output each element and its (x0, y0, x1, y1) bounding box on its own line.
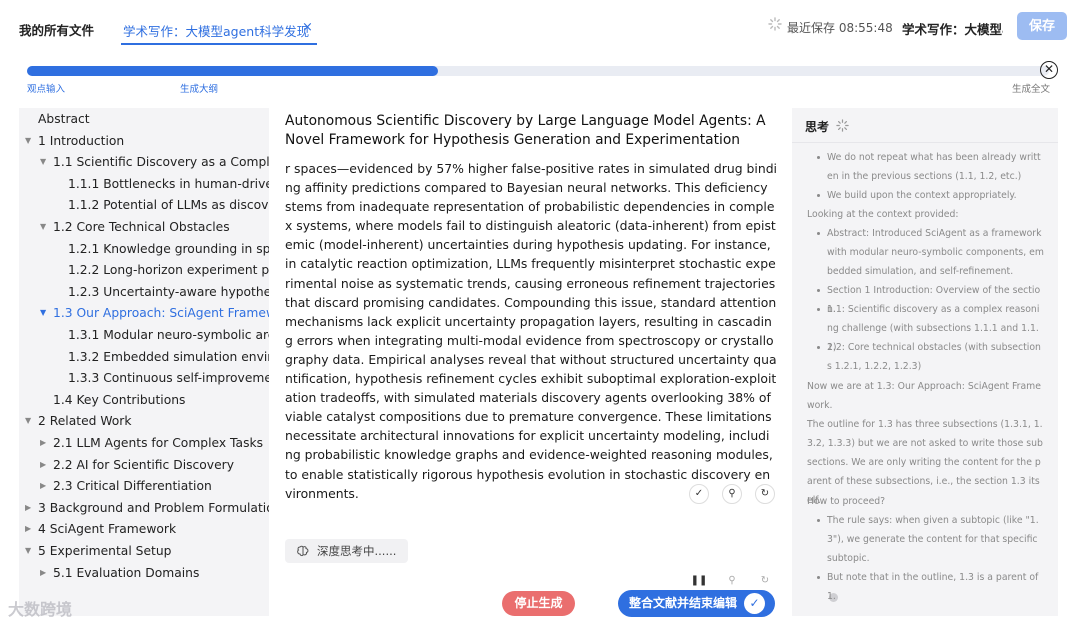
chevron-down-icon[interactable]: ▼ (25, 541, 31, 561)
progress-bar (27, 66, 1049, 76)
outline-item[interactable]: 2 Related Work (38, 411, 131, 431)
outline-item[interactable]: 5.1 Evaluation Domains (53, 563, 199, 583)
save-button[interactable]: 保存 (1017, 12, 1067, 40)
thinking-line: We build upon the context appropriately. (827, 190, 1017, 201)
thinking-label: 深度思考中...... (317, 544, 397, 558)
thinking-title: 思考 (805, 120, 830, 134)
refresh-icon-disabled[interactable]: ↻ (755, 572, 775, 592)
chevron-right-icon[interactable]: ▶ (40, 455, 46, 475)
outline-item[interactable]: 3 Background and Problem Formulation (38, 498, 269, 518)
chevron-right-icon[interactable]: ▶ (25, 519, 31, 539)
check-icon: ✓ (744, 593, 765, 614)
chevron-down-icon[interactable]: ▼ (40, 303, 46, 323)
chevron-down-icon[interactable]: ▼ (25, 131, 31, 151)
outline-item[interactable]: 1.2 Core Technical Obstacles (53, 217, 230, 237)
bullet-icon (817, 308, 820, 311)
outline-item[interactable]: 1 Introduction (38, 131, 124, 151)
chevron-right-icon[interactable]: ▶ (40, 433, 46, 453)
bullet-icon (817, 232, 820, 235)
spinner-icon (836, 119, 849, 132)
chevron-right-icon[interactable]: ▶ (40, 563, 46, 583)
outline-item[interactable]: 1.3.1 Modular neuro-symbolic architectur… (68, 325, 269, 345)
outline-item[interactable]: 1.2.2 Long-horizon experiment planning (68, 260, 269, 280)
document-name: 学术写作：大模型agent科学发现 (902, 22, 1003, 37)
pin-icon[interactable]: ⚲ (722, 484, 742, 504)
stop-generation-button[interactable]: 停止生成 (502, 591, 575, 616)
thinking-panel: 思考 We do not repeat what has been alread… (792, 108, 1058, 616)
thinking-line: But note that in the outline, 1.3 is a p… (827, 572, 1039, 603)
thinking-status: 深度思考中...... (285, 539, 408, 563)
step-outline[interactable]: 生成大纲 (180, 81, 218, 95)
accept-icon[interactable]: ✓ (689, 484, 709, 504)
outline-item[interactable]: 2.1 LLM Agents for Complex Tasks (53, 433, 263, 453)
active-tab-indicator (121, 43, 317, 45)
pin-icon-disabled[interactable]: ⚲ (722, 572, 742, 592)
merge-and-finish-button[interactable]: 整合文献并结束编辑 ✓ (618, 590, 775, 617)
outline-item[interactable]: 5 Experimental Setup (38, 541, 171, 561)
bullet-icon (817, 289, 820, 292)
tab-document[interactable]: 学术写作：大模型agent科学发现 (123, 21, 309, 40)
step-input[interactable]: 观点输入 (27, 81, 65, 95)
thinking-line: How to proceed? (807, 496, 886, 507)
outline-item[interactable]: 2.2 AI for Scientific Discovery (53, 455, 234, 475)
merge-button-label: 整合文献并结束编辑 (629, 596, 738, 610)
chevron-right-icon[interactable]: ▶ (40, 476, 46, 496)
thinking-line: Now we are at 1.3: Our Approach: SciAgen… (807, 381, 1041, 412)
bullet-icon (817, 194, 820, 197)
outline-item[interactable]: 1.3 Our Approach: SciAgent Framework (53, 303, 269, 323)
brain-icon (297, 545, 309, 557)
top-bar: 我的所有文件 学术写作：大模型agent科学发现 × 最近保存 08:55:48… (0, 0, 1080, 56)
save-status: 最近保存 08:55:48 (787, 21, 893, 35)
outline-item[interactable]: 1.2.1 Knowledge grounding in specialized… (68, 239, 269, 259)
thinking-line: Abstract: Introduced SciAgent as a frame… (827, 228, 1044, 278)
outline-item[interactable]: 2.3 Critical Differentiation (53, 476, 212, 496)
refresh-icon[interactable]: ↻ (755, 484, 775, 504)
chevron-down-icon[interactable]: ▼ (40, 217, 46, 237)
all-files-link[interactable]: 我的所有文件 (19, 20, 94, 39)
outline-item[interactable]: Abstract (38, 109, 90, 129)
thinking-line: The rule says: when given a subtopic (li… (827, 515, 1039, 565)
bullet-icon (817, 519, 820, 522)
document-body[interactable]: r spaces—evidenced by 57% higher false-p… (285, 159, 777, 503)
outline-item[interactable]: 1.3.2 Embedded simulation environments (68, 347, 269, 367)
loading-icon (768, 17, 782, 31)
outline-item[interactable]: 1.1.2 Potential of LLMs as discovery age… (68, 195, 269, 215)
thinking-line: 1.2: Core technical obstacles (with subs… (827, 342, 1041, 373)
chevron-down-icon[interactable]: ▼ (40, 152, 46, 172)
bullet-icon (817, 156, 820, 159)
bullet-icon (817, 576, 820, 579)
outline-item[interactable]: 1.3.3 Continuous self-improvement loop (68, 368, 269, 388)
thinking-line: Looking at the context provided: (807, 209, 959, 220)
pause-icon[interactable]: ❚❚ (689, 572, 709, 592)
outline-item[interactable]: 1.2.3 Uncertainty-aware hypothesis refin… (68, 282, 269, 302)
outline-item[interactable]: 1.4 Key Contributions (53, 390, 185, 410)
close-icon[interactable]: ✕ (1040, 61, 1058, 79)
outline-item[interactable]: 4 SciAgent Framework (38, 519, 176, 539)
outline-panel: Abstract ▼ 1 Introduction ▼ 1.1 Scientific D… (19, 108, 269, 616)
progress-fill (27, 66, 438, 76)
thinking-line: We do not repeat what has been already w… (827, 152, 1041, 183)
step-fulltext[interactable]: 生成全文 (1012, 81, 1050, 95)
watermark-logo: 大数跨境 (8, 600, 73, 619)
document-editor[interactable]: Autonomous Scientific Discovery by Large… (285, 112, 777, 503)
outline-item[interactable]: 1.1.1 Bottlenecks in human-driven discov… (68, 174, 269, 194)
document-title: Autonomous Scientific Discovery by Large… (285, 113, 766, 148)
divider (792, 142, 1058, 143)
chevron-down-icon[interactable]: ▼ (25, 411, 31, 431)
chevron-right-icon[interactable]: ▶ (25, 498, 31, 518)
tab-close-icon[interactable]: × (302, 20, 313, 35)
bullet-icon (817, 346, 820, 349)
outline-item[interactable]: 1.1 Scientific Discovery as a Complex Re… (53, 152, 269, 172)
